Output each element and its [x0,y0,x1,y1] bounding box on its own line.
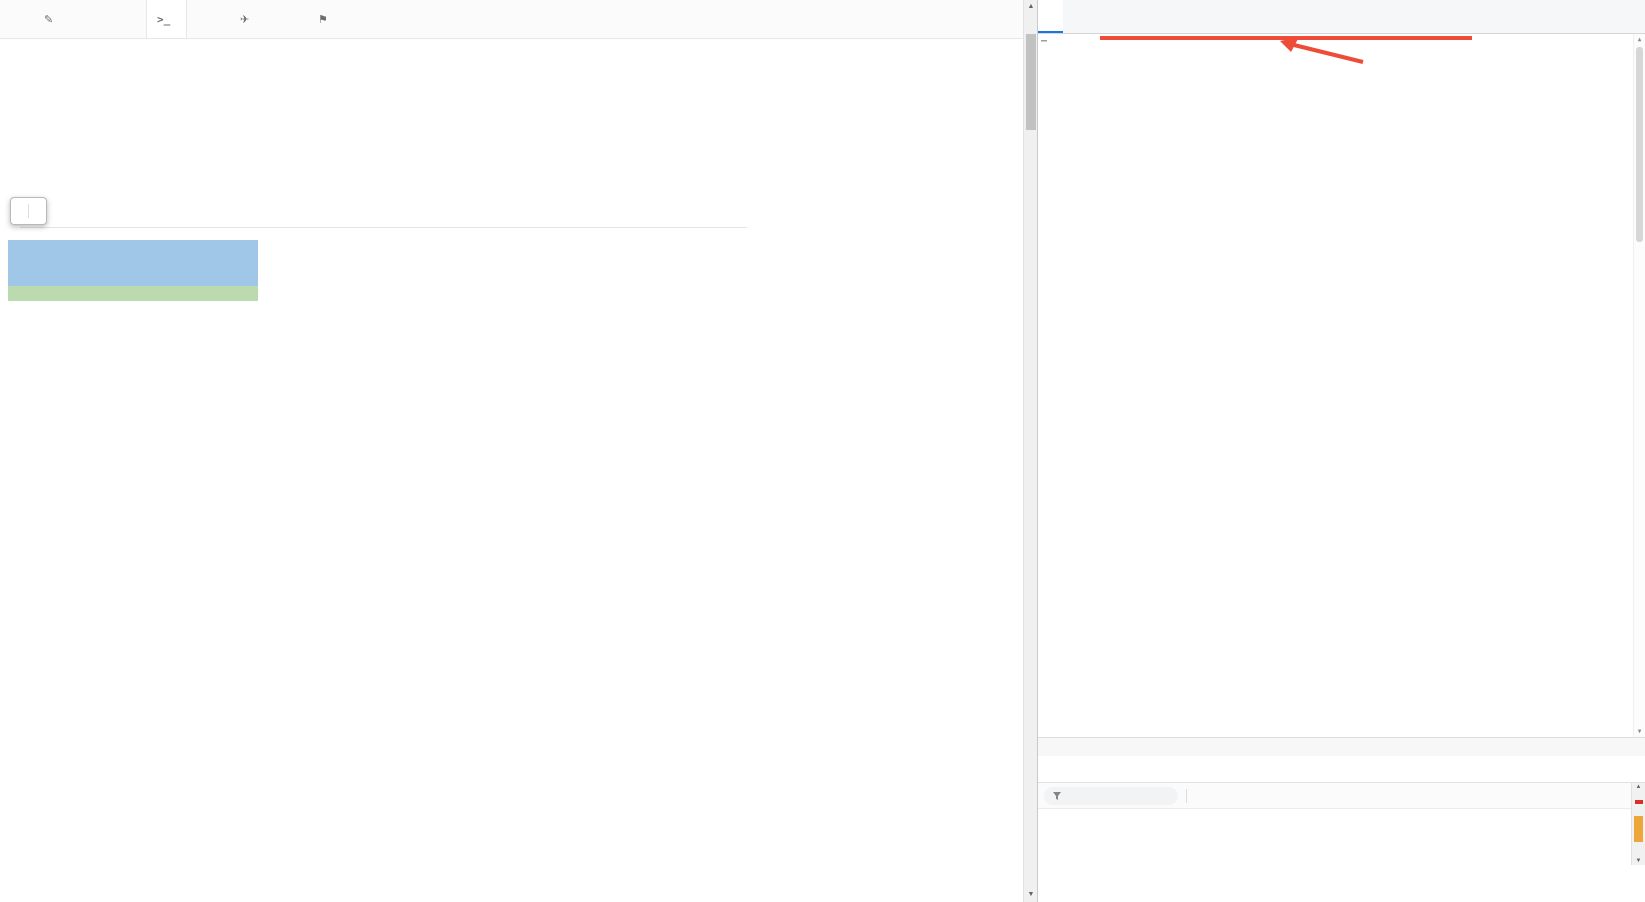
filter-input[interactable] [1067,789,1161,803]
tooltip-divider [28,204,29,218]
scroll-up-icon[interactable]: ▲ [1024,0,1038,14]
styles-filter-bar [1038,783,1645,809]
nav-link-login[interactable] [678,0,698,38]
styles-scrollbar-thumb[interactable] [1634,816,1643,842]
tree-scroll-down-icon[interactable]: ▼ [1634,728,1645,735]
styles-scroll-up-icon[interactable]: ▲ [1632,784,1645,790]
paper-plane-icon: ✈ [240,13,249,26]
inspect-tooltip [10,197,47,225]
styles-panel-tabs [1038,756,1645,783]
page-title [20,54,29,90]
styles-scrollbar[interactable]: ▲ ▼ [1631,783,1645,865]
divider-rule [20,227,747,228]
filter-funnel-icon [1052,791,1062,801]
page-scrollbar[interactable]: ▲ ▼ [1023,0,1038,902]
tab-elements[interactable] [1038,0,1063,33]
node-gutter-menu-icon[interactable]: ⋯ [1041,36,1047,47]
page-scrollbar-thumb[interactable] [1026,34,1036,130]
terminal-icon: >_ [157,13,170,26]
nav-link-scrape-this-site[interactable]: ✎ [34,0,69,38]
browser-page: ✎ >_ ✈ ⚑ [0,0,1023,902]
styles-filter-input[interactable] [1044,787,1178,805]
attribution-row [20,192,747,206]
dom-tree-scrollbar[interactable]: ▲ ▼ [1633,34,1645,737]
filter-divider [1186,789,1187,803]
flag-icon: ⚑ [318,13,328,26]
pencil-icon: ✎ [44,13,53,26]
scrollbar-marker-red [1635,800,1643,804]
site-nav: ✎ >_ ✈ ⚑ [0,0,1023,39]
tree-scroll-up-icon[interactable]: ▲ [1634,36,1645,43]
dom-tree: ⋯ ▲ ▼ [1038,34,1645,737]
nav-link-faq[interactable]: ⚑ [308,0,344,38]
nav-link-lessons[interactable]: ✈ [230,0,265,38]
countries-grid [20,240,761,860]
annotation-arrow-icon [1278,36,1370,66]
scroll-down-icon[interactable]: ▼ [1024,888,1038,902]
nav-tab-sandbox[interactable]: >_ [146,0,187,38]
tree-scrollbar-thumb[interactable] [1636,47,1643,242]
element-breadcrumbs [1038,737,1645,756]
styles-scroll-down-icon[interactable]: ▼ [1632,858,1645,864]
devtools-toolbar [1038,0,1645,34]
devtools-panel: ⋯ ▲ ▼ ▲ ▼ [1037,0,1645,902]
